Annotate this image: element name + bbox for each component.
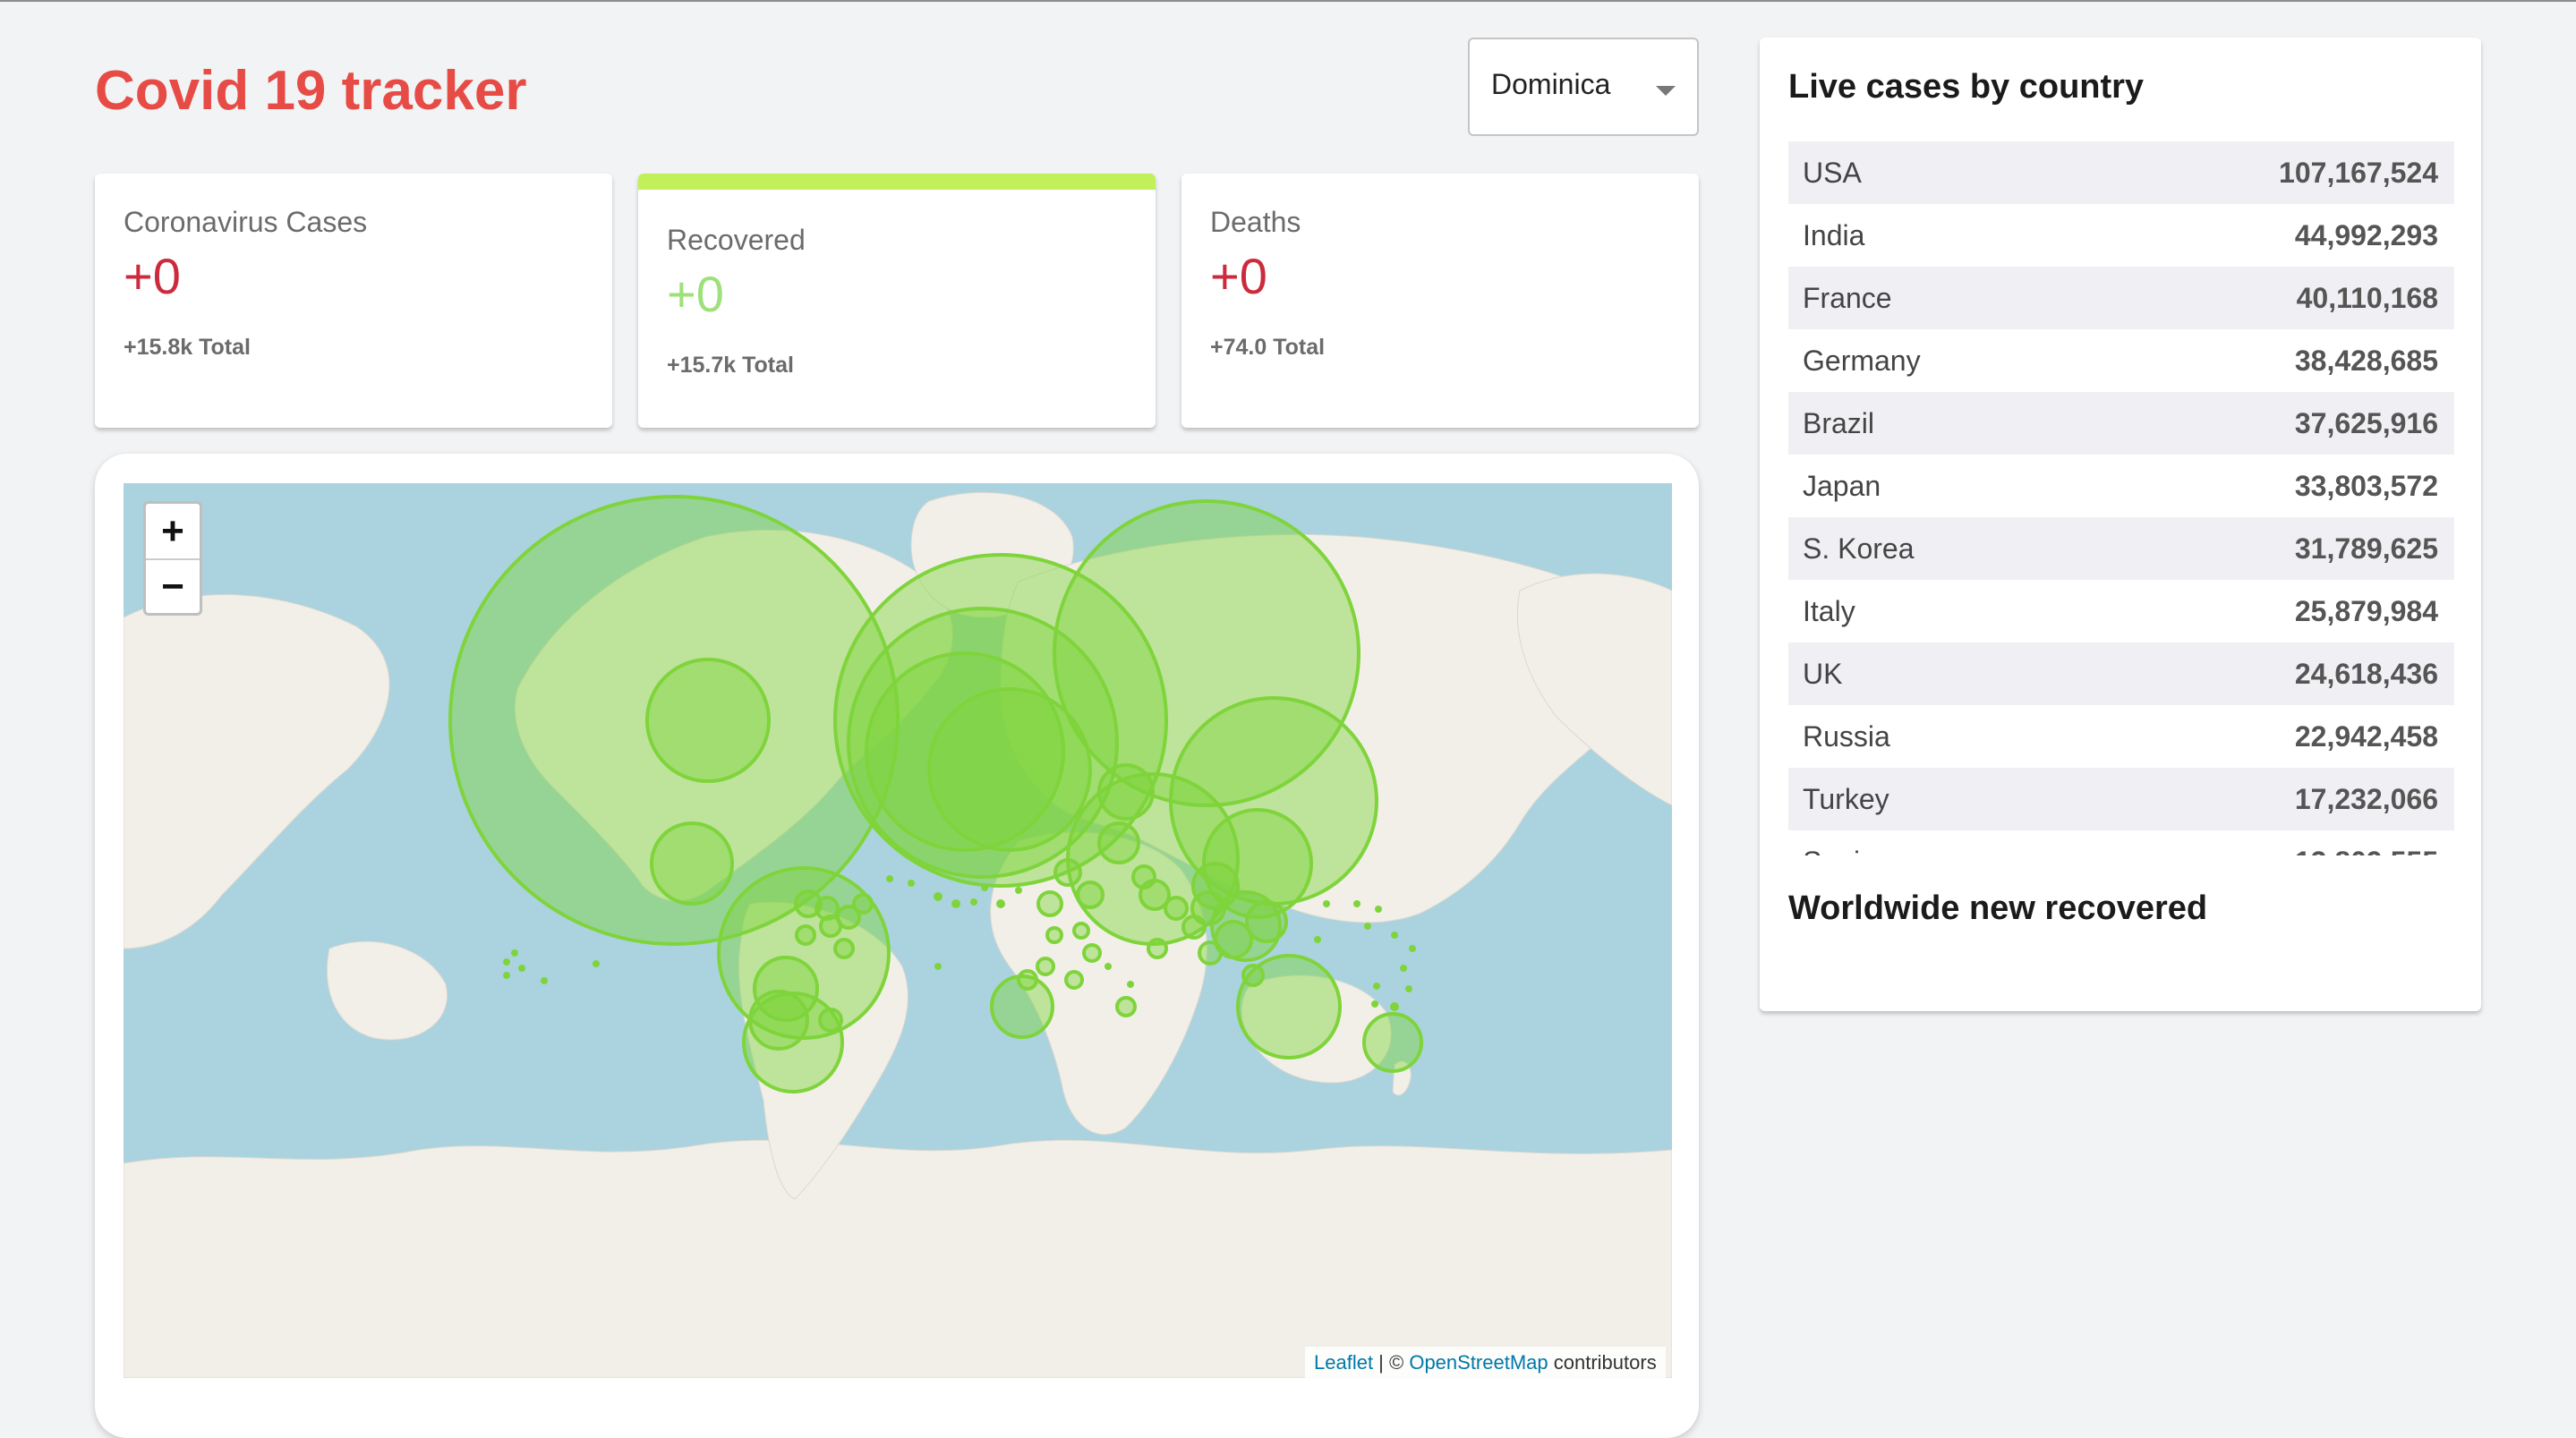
map-circle[interactable] <box>1241 964 1265 987</box>
country-name: Japan <box>1803 470 1881 502</box>
country-cases: 38,428,685 <box>2294 345 2438 377</box>
country-name: Russia <box>1803 720 1890 753</box>
country-name: France <box>1803 282 1892 314</box>
cases-card-value: +0 <box>124 248 181 304</box>
table-row: Italy 25,879,984 <box>1788 580 2454 642</box>
cases-card-title: Coronavirus Cases <box>124 206 368 238</box>
map-circle[interactable] <box>650 821 734 906</box>
map-circle[interactable] <box>1053 858 1082 887</box>
map-circle[interactable] <box>1036 957 1055 976</box>
map-circle[interactable] <box>1036 890 1063 917</box>
map-attribution: Leaflet | © OpenStreetMap contributors <box>1305 1347 1666 1378</box>
map-circle[interactable] <box>1072 922 1090 940</box>
country-name: USA <box>1803 157 1862 189</box>
map-circle[interactable] <box>1045 926 1063 944</box>
app-title: Covid 19 tracker <box>95 60 527 122</box>
map-circle[interactable] <box>833 938 855 959</box>
country-cases: 44,992,293 <box>2294 219 2438 251</box>
world-map[interactable] <box>124 483 1672 1378</box>
zoom-out-button[interactable]: − <box>146 559 200 614</box>
table-row: India 44,992,293 <box>1788 204 2454 267</box>
table-row: USA 107,167,524 <box>1788 141 2454 204</box>
map-circle[interactable] <box>1181 915 1207 940</box>
country-name: Brazil <box>1803 407 1875 439</box>
map-circle[interactable] <box>1082 943 1102 963</box>
deaths-card-total: +74.0 Total <box>1210 335 1326 360</box>
country-name: Italy <box>1803 595 1855 627</box>
country-cases: 17,232,066 <box>2294 783 2438 815</box>
country-name: Turkey <box>1803 783 1889 815</box>
map-circle[interactable] <box>818 1008 843 1033</box>
recovered-card-value: +0 <box>667 266 724 322</box>
map-circle[interactable] <box>645 658 771 783</box>
deaths-card-title: Deaths <box>1210 206 1301 238</box>
live-cases-table[interactable]: USA 107,167,524 India 44,992,293 France 40,… <box>1788 141 2454 855</box>
country-cases: 107,167,524 <box>2279 157 2438 189</box>
recovered-card-title: Recovered <box>667 224 806 256</box>
table-row: S. Korea 31,789,625 <box>1788 517 2454 580</box>
country-cases: 40,110,168 <box>2296 282 2438 314</box>
recovered-card[interactable]: Recovered +0 +15.7k Total <box>638 174 1156 428</box>
country-cases: 33,803,572 <box>2294 470 2438 502</box>
worldwide-recovered-title: Worldwide new recovered <box>1788 889 2208 927</box>
map-circle[interactable] <box>1097 821 1140 864</box>
deaths-card[interactable]: Deaths +0 +74.0 Total <box>1181 174 1699 428</box>
recovered-card-total: +15.7k Total <box>667 353 794 378</box>
map-circle[interactable] <box>927 687 1092 852</box>
country-cases: 37,625,916 <box>2294 407 2438 439</box>
map-circle[interactable] <box>1131 864 1156 889</box>
country-cases: 25,879,984 <box>2294 595 2438 627</box>
attribution-separator: | © <box>1373 1351 1410 1374</box>
map-circle[interactable] <box>1076 881 1105 909</box>
zoom-in-button[interactable]: + <box>146 504 200 560</box>
map-circle[interactable] <box>1097 763 1155 821</box>
country-name: UK <box>1803 658 1843 690</box>
map-circle[interactable] <box>1147 938 1168 959</box>
openstreetmap-link[interactable]: OpenStreetMap <box>1409 1351 1548 1374</box>
country-cases: 31,789,625 <box>2294 532 2438 565</box>
country-select[interactable]: Dominica <box>1468 38 1699 136</box>
country-select-value: Dominica <box>1491 68 1611 100</box>
table-row: Turkey 17,232,066 <box>1788 768 2454 830</box>
table-row: Brazil 37,625,916 <box>1788 392 2454 455</box>
map-circle[interactable] <box>1362 1012 1423 1073</box>
caret-down-icon <box>1656 86 1676 96</box>
live-cases-panel: Live cases by country USA 107,167,524 Ind… <box>1760 38 2481 1011</box>
map-circle[interactable] <box>795 924 816 946</box>
table-row: Russia 22,942,458 <box>1788 705 2454 768</box>
map-circle[interactable] <box>852 893 874 915</box>
map-circle[interactable] <box>1164 896 1189 921</box>
table-row: Germany 38,428,685 <box>1788 329 2454 392</box>
cases-card-total: +15.8k Total <box>124 335 251 360</box>
attribution-suffix: contributors <box>1548 1351 1657 1374</box>
table-row: Japan 33,803,572 <box>1788 455 2454 517</box>
map-zoom-control: + − <box>143 501 202 616</box>
country-name: India <box>1803 219 1865 251</box>
table-row: Spain 13,809,555 <box>1788 830 2454 855</box>
country-name: Germany <box>1803 345 1921 377</box>
map-circle[interactable] <box>1064 970 1084 990</box>
country-cases: 13,809,555 <box>2295 830 2438 855</box>
table-row: UK 24,618,436 <box>1788 642 2454 705</box>
map-circle[interactable] <box>819 915 842 938</box>
window-top-border <box>0 0 2576 2</box>
map-circle[interactable] <box>748 990 809 1051</box>
table-row: France 40,110,168 <box>1788 267 2454 329</box>
live-cases-title: Live cases by country <box>1788 68 2145 106</box>
country-cases: 22,942,458 <box>2294 720 2438 753</box>
deaths-card-value: +0 <box>1210 248 1267 304</box>
map-circle[interactable] <box>1198 940 1223 966</box>
country-name: Spain <box>1803 830 1876 855</box>
map-circle[interactable] <box>1017 969 1038 991</box>
leaflet-link[interactable]: Leaflet <box>1314 1351 1373 1374</box>
country-name: S. Korea <box>1803 532 1915 565</box>
country-cases: 24,618,436 <box>2294 658 2438 690</box>
map-circle[interactable] <box>1115 996 1137 1017</box>
map-circle[interactable] <box>1245 900 1288 943</box>
cases-card[interactable]: Coronavirus Cases +0 +15.8k Total <box>95 174 612 428</box>
